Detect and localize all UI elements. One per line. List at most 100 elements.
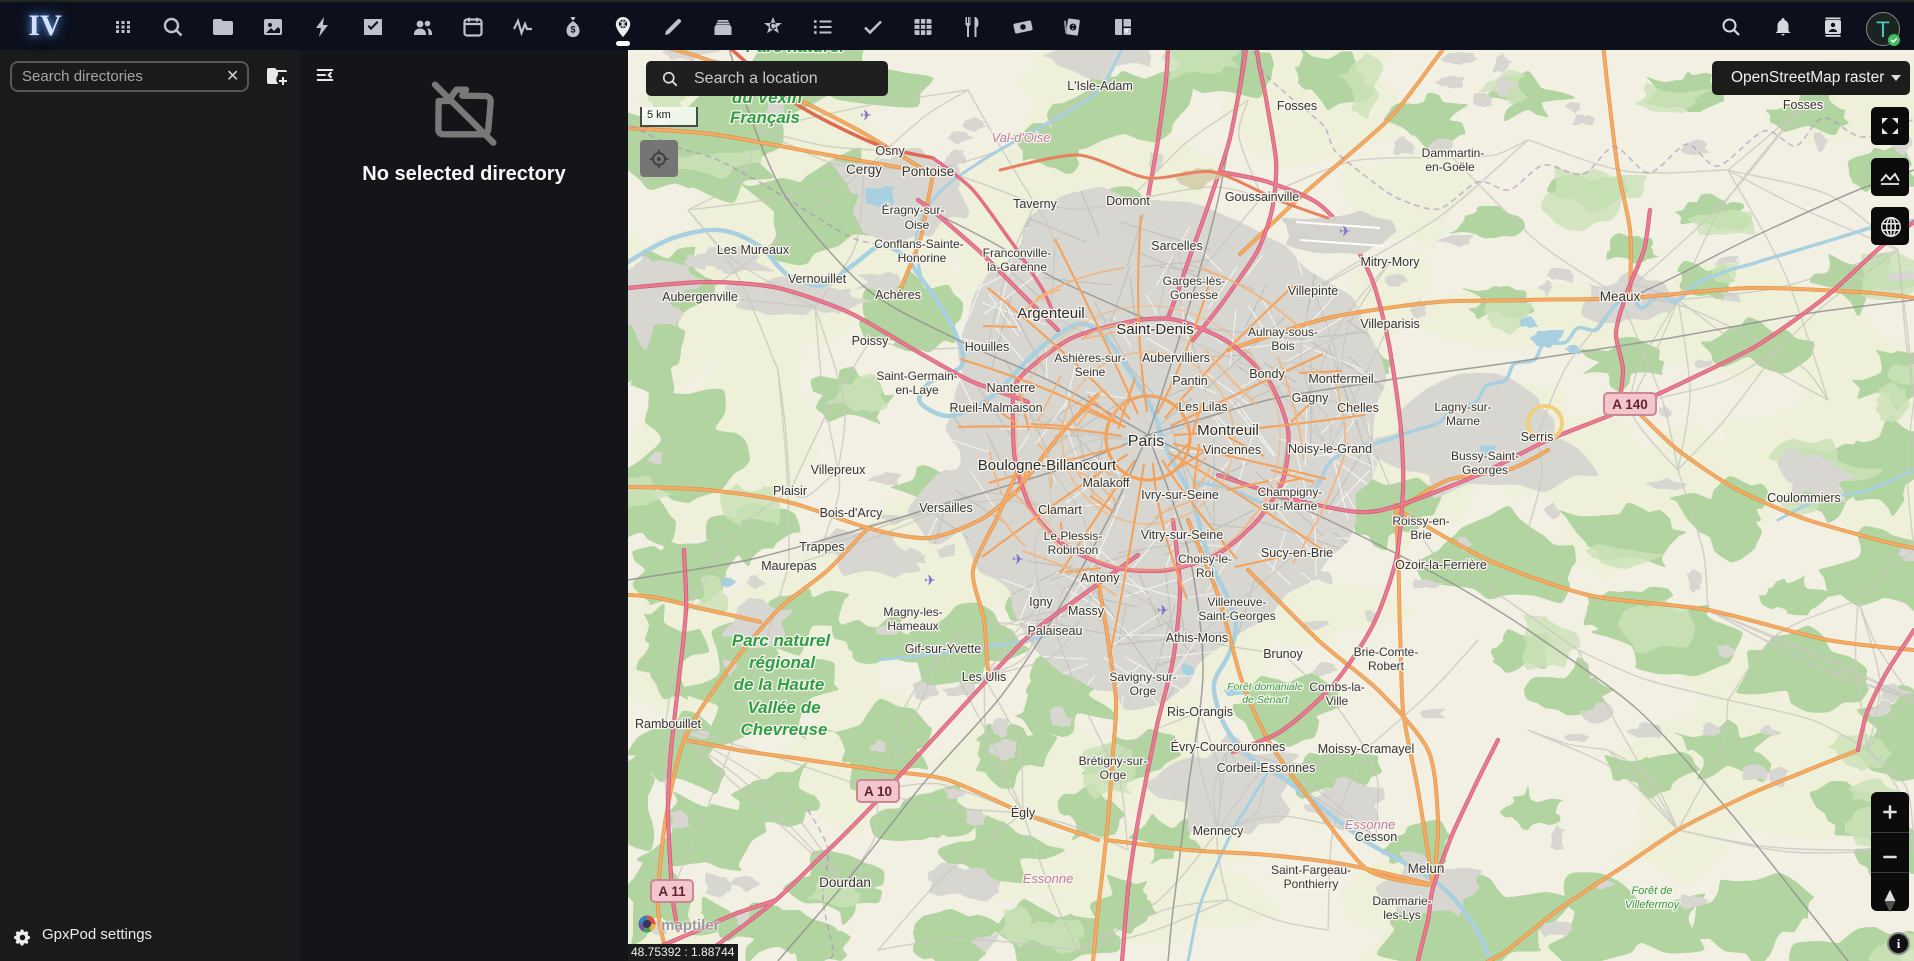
svg-text:$: $ [570, 25, 575, 35]
svg-text:Les Ulis: Les Ulis [962, 670, 1006, 684]
svg-text:Fosses: Fosses [1783, 98, 1823, 112]
svg-text:Seine: Seine [1075, 365, 1106, 379]
svg-text:Dourdan: Dourdan [819, 875, 871, 890]
svg-text:Savigny-sur-: Savigny-sur- [1109, 670, 1176, 684]
svg-text:régional: régional [749, 653, 816, 672]
svg-text:✈: ✈ [1157, 602, 1169, 618]
svg-text:Fosses: Fosses [1277, 99, 1317, 113]
svg-text:Aubergenville: Aubergenville [662, 290, 738, 304]
svg-text:Boulogne-Billancourt: Boulogne-Billancourt [978, 457, 1117, 474]
svg-text:Ponthierry: Ponthierry [1284, 877, 1339, 891]
svg-text:Serris: Serris [1521, 430, 1554, 444]
svg-text:Les Lilas: Les Lilas [1178, 400, 1227, 414]
svg-text:Parc naturel: Parc naturel [732, 631, 832, 650]
svg-text:Corbeil-Essonnes: Corbeil-Essonnes [1217, 761, 1316, 775]
svg-text:Marne: Marne [1446, 414, 1480, 428]
svg-text:Oise: Oise [905, 218, 930, 232]
svg-text:Cergy: Cergy [846, 162, 882, 177]
svg-text:Chelles: Chelles [1337, 401, 1379, 415]
svg-text:Hameaux: Hameaux [887, 619, 938, 633]
svg-text:Orge: Orge [1100, 768, 1127, 782]
svg-text:de Sénart: de Sénart [1242, 694, 1289, 706]
svg-text:Essonne: Essonne [1345, 817, 1396, 832]
svg-text:Bois: Bois [1271, 339, 1294, 353]
svg-text:Franconville-: Franconville- [983, 246, 1052, 260]
svg-text:A 10: A 10 [864, 784, 892, 799]
svg-text:Lagny-sur-: Lagny-sur- [1434, 400, 1491, 414]
svg-text:Saint-Germain-: Saint-Germain- [876, 369, 957, 383]
svg-text:Meaux: Meaux [1600, 289, 1641, 304]
svg-text:Coulommiers: Coulommiers [1767, 491, 1841, 505]
svg-text:Saint-Denis: Saint-Denis [1116, 321, 1194, 338]
svg-text:A 140: A 140 [1612, 397, 1648, 412]
svg-text:Athis-Mons: Athis-Mons [1166, 631, 1229, 645]
svg-text:Essonne: Essonne [1023, 871, 1074, 886]
svg-text:✈: ✈ [1339, 223, 1351, 239]
svg-text:A 11: A 11 [658, 884, 686, 899]
svg-text:Champigny-: Champigny- [1258, 485, 1323, 499]
svg-text:Malakoff: Malakoff [1082, 476, 1130, 490]
svg-text:Brie-Comte-: Brie-Comte- [1354, 645, 1419, 659]
svg-text:Ville: Ville [1326, 694, 1349, 708]
svg-text:Sucy-en-Brie: Sucy-en-Brie [1261, 546, 1333, 560]
svg-text:Ashières-sur-: Ashières-sur- [1054, 351, 1125, 365]
svg-text:Goussainville: Goussainville [1225, 190, 1299, 204]
svg-text:Val-d'Oise: Val-d'Oise [991, 130, 1050, 145]
svg-text:Brunoy: Brunoy [1263, 647, 1303, 661]
svg-text:Sarcelles: Sarcelles [1151, 239, 1202, 253]
svg-text:Bondy: Bondy [1249, 367, 1285, 381]
svg-text:Ris-Orangis: Ris-Orangis [1167, 705, 1233, 719]
svg-text:Chevreuse: Chevreuse [741, 720, 828, 739]
svg-text:Saint-Georges: Saint-Georges [1198, 609, 1275, 623]
svg-text:Clamart: Clamart [1038, 503, 1082, 517]
svg-text:Argenteuil: Argenteuil [1017, 305, 1085, 322]
svg-text:Achères: Achères [875, 288, 921, 302]
svg-text:Houilles: Houilles [965, 340, 1009, 354]
svg-text:Bussy-Saint-: Bussy-Saint- [1451, 449, 1519, 463]
svg-text:Le Plessis-: Le Plessis- [1044, 529, 1103, 543]
svg-text:Aubervilliers: Aubervilliers [1142, 351, 1210, 365]
svg-text:Magny-les-: Magny-les- [883, 605, 942, 619]
svg-text:L'Isle-Adam: L'Isle-Adam [1067, 79, 1133, 93]
svg-text:✈: ✈ [1012, 551, 1024, 567]
svg-text:Bois-d'Arcy: Bois-d'Arcy [820, 506, 884, 520]
svg-text:Montreuil: Montreuil [1197, 422, 1259, 439]
svg-text:C: C [769, 22, 776, 33]
svg-text:Villefermoy: Villefermoy [1625, 899, 1681, 911]
svg-text:Montfermeil: Montfermeil [1308, 372, 1373, 386]
svg-text:Saint-Fargeau-: Saint-Fargeau- [1271, 863, 1351, 877]
svg-text:Villeneuve-: Villeneuve- [1207, 595, 1266, 609]
svg-text:Vernouillet: Vernouillet [788, 272, 847, 286]
svg-text:Osny: Osny [875, 144, 905, 158]
svg-text:✈: ✈ [860, 107, 872, 123]
svg-text:Honorine: Honorine [898, 251, 947, 265]
svg-text:Cesson: Cesson [1355, 830, 1397, 844]
svg-text:Rueil-Malmaison: Rueil-Malmaison [949, 401, 1042, 415]
svg-text:Parc naturel: Parc naturel [746, 50, 846, 56]
svg-text:Pantin: Pantin [1172, 374, 1207, 388]
svg-text:Robert: Robert [1368, 659, 1405, 673]
svg-text:Noisy-le-Grand: Noisy-le-Grand [1288, 442, 1372, 456]
svg-text:Forêt domaniale: Forêt domaniale [1227, 681, 1303, 693]
svg-text:la-Garenne: la-Garenne [987, 260, 1047, 274]
svg-text:Melun: Melun [1408, 861, 1445, 876]
svg-text:Antony: Antony [1081, 571, 1121, 585]
svg-text:Dammartin-: Dammartin- [1422, 146, 1485, 160]
svg-text:Villeparisis: Villeparisis [1360, 317, 1420, 331]
svg-text:Combs-la-: Combs-la- [1309, 680, 1364, 694]
svg-text:Les Mureaux: Les Mureaux [717, 243, 790, 257]
svg-text:Aulnay-sous-: Aulnay-sous- [1248, 325, 1318, 339]
svg-text:Maurepas: Maurepas [761, 559, 817, 573]
svg-text:Orge: Orge [1130, 684, 1157, 698]
svg-text:Éragny-sur-: Éragny-sur- [882, 202, 945, 217]
svg-text:Roi: Roi [1196, 566, 1214, 580]
svg-text:Moissy-Cramayel: Moissy-Cramayel [1318, 742, 1415, 756]
svg-text:Vitry-sur-Seine: Vitry-sur-Seine [1141, 528, 1223, 542]
svg-text:Rambouillet: Rambouillet [635, 717, 702, 731]
svg-text:Garges-lès-: Garges-lès- [1163, 274, 1226, 288]
svg-text:Mitry-Mory: Mitry-Mory [1360, 255, 1420, 269]
svg-text:Nanterre: Nanterre [987, 381, 1036, 395]
svg-text:Égly: Égly [1011, 805, 1036, 820]
svg-text:Roissy-en-: Roissy-en- [1392, 514, 1449, 528]
svg-text:Gagny: Gagny [1292, 391, 1330, 405]
